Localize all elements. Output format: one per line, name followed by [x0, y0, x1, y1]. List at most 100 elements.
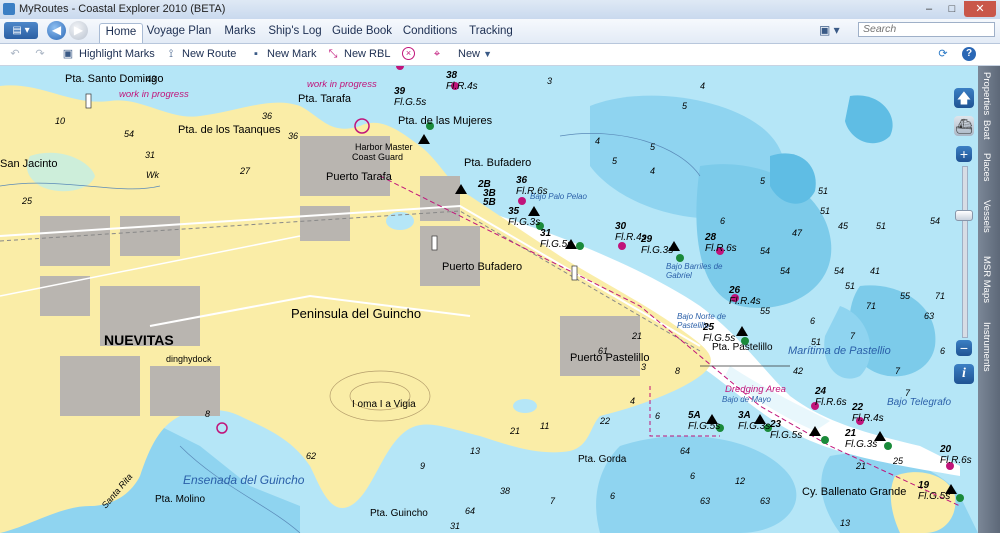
undo-icon[interactable]: ↶ [8, 47, 22, 61]
beacon-number: 22 [852, 402, 864, 413]
side-tab-msr-maps[interactable]: MSR Maps [981, 256, 992, 303]
zoom-out-button[interactable]: − [956, 340, 972, 356]
window-title: MyRoutes - Coastal Explorer 2010 (BETA) [19, 3, 226, 15]
side-tab-instruments[interactable]: Instruments [981, 322, 992, 372]
label-pta-tarafa: Pta. Tarafa [298, 93, 351, 105]
new-route-button[interactable]: ⟟ New Route [164, 46, 236, 63]
search-box[interactable] [858, 22, 995, 37]
depth-sounding: 3 [641, 362, 647, 372]
help-icon[interactable]: ? [962, 47, 976, 61]
north-up-button[interactable]: 🡅 [954, 88, 974, 108]
refresh-icon[interactable]: ⟳ [936, 47, 950, 61]
beacon-number: 24 [815, 386, 827, 397]
tab-ships-log[interactable]: Ship's Log [266, 23, 324, 42]
minimize-button[interactable]: – [918, 1, 940, 17]
beacon-19[interactable]: 19 Fl.G.5s [918, 480, 950, 502]
new-mark-button[interactable]: ▪ New Mark [249, 46, 317, 63]
beacon-22[interactable]: 22 Fl.R.4s [852, 402, 884, 424]
depth-sounding: 9 [420, 461, 426, 471]
label-puerto-tarafa: Puerto Tarafa [326, 171, 392, 183]
zoom-slider-thumb[interactable] [955, 210, 973, 221]
depth-sounding: 54 [760, 246, 771, 256]
beacon-23[interactable]: 23 Fl.G.5s [770, 419, 802, 441]
label-bajo-mayo: Bajo de Mayo [722, 395, 771, 404]
beacon-number: 31 [540, 228, 552, 239]
tab-home[interactable]: Home [99, 23, 143, 43]
layout-icon: ▣ ▾ [819, 23, 840, 37]
beacon-21[interactable]: 21 Fl.G.3s [845, 428, 877, 450]
maximize-button[interactable]: □ [942, 1, 962, 17]
new-mark-label: New Mark [267, 48, 317, 60]
side-tab-properties[interactable]: Properties [981, 72, 992, 115]
app-menu-button[interactable]: ▤ ▾ [4, 22, 38, 39]
depth-sounding: 5 [682, 101, 688, 111]
beacon-36[interactable]: 36 Fl.R.6s [516, 175, 548, 197]
forward-button[interactable]: ▶ [69, 21, 88, 40]
label-peninsula: Peninsula del Guincho [291, 306, 422, 321]
zoom-slider-track[interactable] [962, 166, 968, 338]
tab-conditions[interactable]: Conditions [401, 23, 459, 42]
side-tab-boat[interactable]: Boat [981, 120, 992, 140]
tab-guide-book[interactable]: Guide Book [331, 23, 393, 42]
beacon-28[interactable]: 28 Fl.R.6s [705, 232, 737, 254]
beacon-number: 20 [940, 444, 952, 455]
back-button[interactable]: ◀ [47, 21, 66, 40]
beacon-38[interactable]: 38 Fl.R.4s [446, 70, 478, 92]
close-button[interactable]: ✕ [964, 1, 996, 17]
beacon-number: 39 [394, 86, 406, 97]
beacon-light: Fl.G.3s [508, 217, 541, 228]
nautical-chart[interactable] [0, 66, 978, 533]
depth-sounding: 4 [630, 396, 636, 406]
beacon-5b[interactable]: 5B [483, 197, 496, 208]
depth-sounding: 22 [600, 416, 611, 426]
beacon-35[interactable]: 35 Fl.G.3s [508, 206, 540, 228]
layout-button[interactable]: ▣ ▾ [819, 21, 847, 39]
side-tab-vessels[interactable]: Vessels [981, 200, 992, 233]
tab-voyage-plan[interactable]: Voyage Plan [146, 23, 212, 42]
beacon-3a[interactable]: 3A Fl.G.3s [738, 410, 770, 432]
depth-sounding: 51 [876, 221, 887, 231]
arrow-up-icon: 🡅 [956, 90, 972, 106]
info-button[interactable]: i [954, 364, 974, 384]
depth-sounding: 10 [55, 116, 66, 126]
new-dropdown-button[interactable]: New ▼ [458, 46, 492, 63]
label-ensenada: Ensenada del Guincho [183, 473, 305, 487]
depth-sounding: 21 [632, 331, 643, 341]
polygon-icon[interactable]: ⌖ [430, 47, 444, 61]
new-rbl-button[interactable]: ⤡ New RBL [326, 46, 391, 63]
beacon-light: Fl.G.5s [770, 430, 803, 441]
redo-icon[interactable]: ↷ [33, 47, 47, 61]
beacon-number: 25 [703, 322, 715, 333]
depth-sounding: 3 [547, 76, 553, 86]
beacon-number: 29 [641, 234, 653, 245]
beacon-number: 30 [615, 221, 627, 232]
boat-button[interactable]: ⛴ [954, 116, 974, 136]
side-tab-places[interactable]: Places [981, 153, 992, 182]
beacon-39[interactable]: 39 Fl.G.5s [394, 86, 426, 108]
beacon-26[interactable]: 26 Fl.R.4s [729, 285, 761, 307]
beacon-29[interactable]: 29 Fl.G.3s [641, 234, 673, 256]
search-input[interactable] [863, 23, 994, 35]
depth-sounding: 11 [540, 421, 550, 431]
beacon-24[interactable]: 24 Fl.R.6s [815, 386, 847, 408]
depth-sounding: 43 [146, 74, 157, 84]
label-harbor-master: Harbor Master [355, 142, 413, 152]
tab-marks[interactable]: Marks [220, 23, 260, 42]
depth-sounding: 27 [240, 166, 251, 176]
beacon-25[interactable]: 25 Fl.G.5s [703, 322, 735, 344]
cancel-icon[interactable]: × [402, 47, 415, 60]
chart-map[interactable]: Peninsula del Guincho NUEVITAS San Jacin… [0, 66, 978, 533]
beacon-20[interactable]: 20 Fl.R.6s [940, 444, 972, 466]
depth-sounding: 13 [470, 446, 481, 456]
beacon-light: Fl.R.6s [516, 186, 548, 197]
highlight-marks-button[interactable]: ▣ Highlight Marks [61, 46, 155, 63]
forward-arrow-icon: ▶ [73, 23, 84, 37]
tab-tracking[interactable]: Tracking [467, 23, 515, 42]
zoom-in-button[interactable]: + [956, 146, 972, 162]
minus-icon: − [959, 340, 969, 356]
beacon-31[interactable]: 31 Fl.G.5s [540, 228, 572, 250]
beacon-number: 5A [688, 410, 701, 421]
beacon-5a[interactable]: 5A Fl.G.5s [688, 410, 720, 432]
beacon-number: 5B [483, 197, 496, 208]
depth-sounding: 51 [820, 206, 831, 216]
